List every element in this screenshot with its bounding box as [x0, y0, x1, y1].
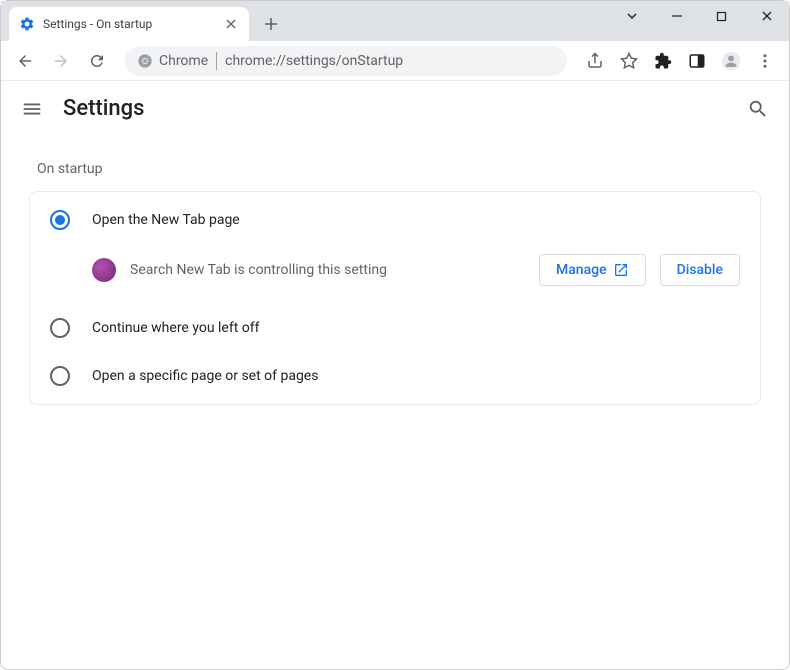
extension-icon: [92, 258, 116, 282]
extension-notice-text: Search New Tab is controlling this setti…: [130, 262, 525, 278]
settings-header: Settings: [1, 81, 789, 137]
window-close[interactable]: [744, 1, 789, 31]
content: On startup Open the New Tab page Search …: [1, 137, 789, 429]
search-settings-button[interactable]: [747, 98, 769, 120]
search-icon: [747, 98, 769, 120]
radio-new-tab[interactable]: [50, 210, 70, 230]
close-icon: [226, 19, 236, 29]
back-button[interactable]: [9, 45, 41, 77]
window-minimize[interactable]: [654, 1, 699, 31]
panel-icon: [688, 52, 706, 70]
close-icon: [761, 10, 773, 22]
chevron-down-icon: [626, 10, 638, 22]
toolbar-right: [579, 45, 781, 77]
sidepanel-button[interactable]: [681, 45, 713, 77]
open-in-new-icon: [613, 262, 629, 278]
reload-icon: [88, 52, 106, 70]
option-label: Open the New Tab page: [92, 212, 240, 228]
extension-notice-row: Search New Tab is controlling this setti…: [30, 244, 760, 304]
tab-close-button[interactable]: [223, 16, 239, 32]
option-label: Continue where you left off: [92, 320, 260, 336]
page-title: Settings: [63, 96, 144, 121]
option-label: Open a specific page or set of pages: [92, 368, 318, 384]
plus-icon: [264, 17, 278, 31]
menu-toggle[interactable]: [21, 98, 43, 120]
minimize-icon: [671, 10, 683, 22]
avatar-icon: [721, 51, 741, 71]
manage-label: Manage: [556, 262, 607, 278]
section-title: On startup: [29, 161, 761, 177]
profile-button[interactable]: [715, 45, 747, 77]
omnibox-chip-label: Chrome: [159, 53, 208, 69]
extensions-button[interactable]: [647, 45, 679, 77]
puzzle-icon: [654, 52, 672, 70]
reload-button[interactable]: [81, 45, 113, 77]
omnibox[interactable]: Chrome chrome://settings/onStartup: [125, 46, 567, 76]
settings-gear-icon: [19, 16, 35, 32]
toolbar: Chrome chrome://settings/onStartup: [1, 41, 789, 81]
titlebar: Settings - On startup: [1, 1, 789, 41]
share-icon: [586, 52, 604, 70]
arrow-left-icon: [16, 52, 34, 70]
maximize-icon: [716, 11, 727, 22]
tab-title: Settings - On startup: [43, 17, 215, 31]
share-button[interactable]: [579, 45, 611, 77]
new-tab-button[interactable]: [257, 10, 285, 38]
startup-card: Open the New Tab page Search New Tab is …: [29, 191, 761, 405]
radio-continue[interactable]: [50, 318, 70, 338]
star-icon: [620, 52, 638, 70]
omnibox-chip: Chrome: [137, 53, 208, 69]
window-controls: [609, 1, 789, 31]
arrow-right-icon: [52, 52, 70, 70]
chrome-logo-icon: [137, 53, 153, 69]
omnibox-divider: [216, 52, 217, 70]
option-continue[interactable]: Continue where you left off: [30, 304, 760, 352]
manage-button[interactable]: Manage: [539, 254, 646, 286]
option-specific-pages[interactable]: Open a specific page or set of pages: [30, 352, 760, 400]
kebab-icon: [756, 52, 774, 70]
menu-button[interactable]: [749, 45, 781, 77]
disable-button[interactable]: Disable: [660, 254, 740, 286]
hamburger-icon: [21, 98, 43, 120]
disable-label: Disable: [677, 262, 723, 278]
forward-button[interactable]: [45, 45, 77, 77]
omnibox-url: chrome://settings/onStartup: [225, 53, 403, 69]
browser-tab[interactable]: Settings - On startup: [9, 7, 249, 41]
option-new-tab[interactable]: Open the New Tab page: [30, 196, 760, 244]
bookmark-button[interactable]: [613, 45, 645, 77]
window-maximize[interactable]: [699, 1, 744, 31]
radio-specific[interactable]: [50, 366, 70, 386]
window-dropdown[interactable]: [609, 1, 654, 31]
